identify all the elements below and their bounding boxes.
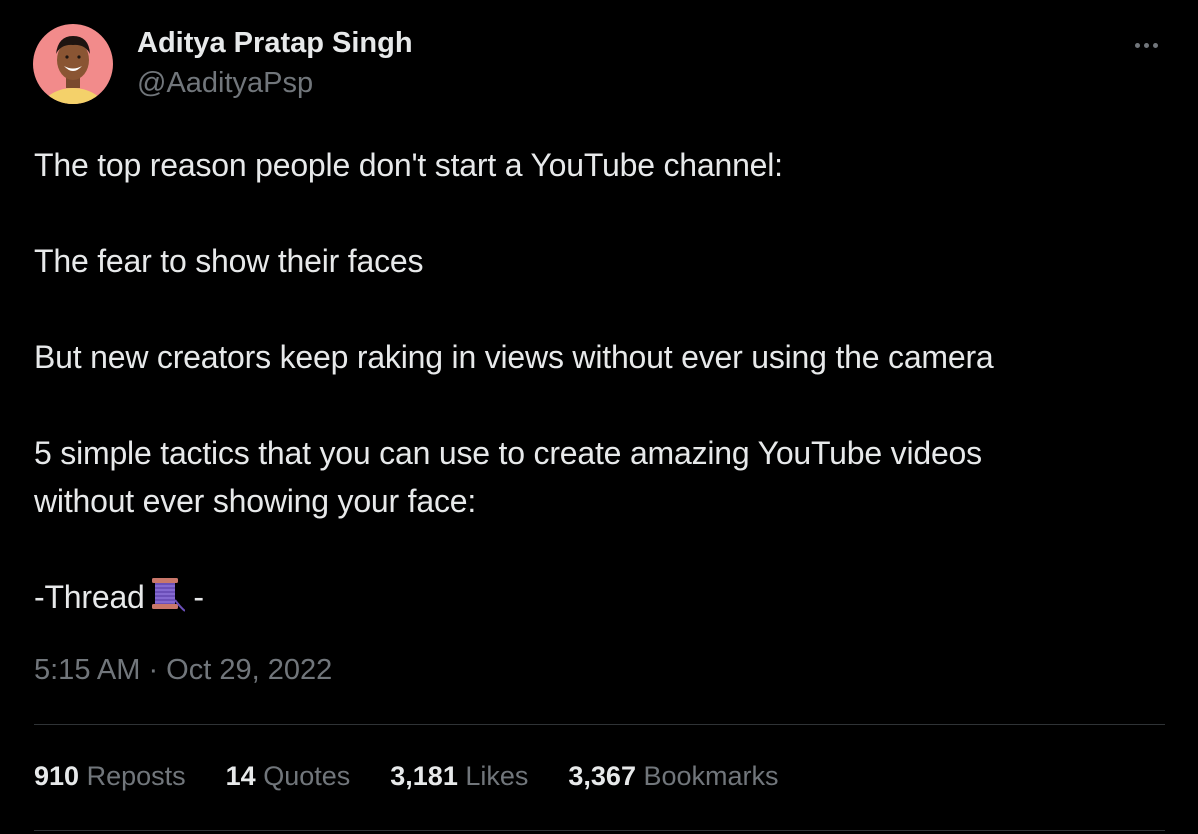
thread-suffix: - bbox=[184, 579, 204, 615]
spool-of-thread-icon bbox=[151, 578, 185, 612]
ellipsis-icon bbox=[1143, 42, 1149, 48]
quotes-stat[interactable]: 14 Quotes bbox=[226, 761, 351, 792]
divider bbox=[34, 830, 1165, 831]
author-display-name[interactable]: Aditya Pratap Singh bbox=[137, 27, 413, 60]
ellipsis-icon bbox=[1152, 42, 1158, 48]
ellipsis-icon bbox=[1134, 42, 1140, 48]
profile-photo-icon bbox=[33, 24, 113, 104]
avatar[interactable] bbox=[33, 24, 113, 104]
tweet-paragraph: The fear to show their faces bbox=[34, 243, 424, 279]
reposts-stat[interactable]: 910 Reposts bbox=[34, 761, 186, 792]
likes-count: 3,181 bbox=[390, 761, 458, 791]
tweet-card: Aditya Pratap Singh @AadityaPsp The top … bbox=[0, 0, 1198, 834]
tweet-paragraph: The top reason people don't start a YouT… bbox=[34, 147, 783, 183]
quotes-count: 14 bbox=[225, 761, 256, 791]
bookmarks-count: 3,367 bbox=[568, 761, 636, 791]
reposts-label: Reposts bbox=[86, 761, 186, 791]
tweet-paragraph: -Thread - bbox=[34, 573, 1164, 621]
engagement-stats: 910 Reposts 14 Quotes 3,181 Likes 3,367 … bbox=[34, 761, 779, 792]
reposts-count: 910 bbox=[34, 761, 80, 791]
tweet-text: The top reason people don't start a YouT… bbox=[34, 141, 1164, 621]
likes-stat[interactable]: 3,181 Likes bbox=[390, 761, 528, 792]
bookmarks-stat[interactable]: 3,367 Bookmarks bbox=[568, 761, 778, 792]
more-options-button[interactable] bbox=[1128, 30, 1164, 60]
tactics-line-1: 5 simple tactics that you can use to cre… bbox=[34, 435, 982, 471]
tweet-timestamp[interactable]: 5:15 AM · Oct 29, 2022 bbox=[34, 654, 332, 687]
quotes-label: Quotes bbox=[263, 761, 351, 791]
tweet-paragraph: 5 simple tactics that you can use to cre… bbox=[34, 429, 1164, 525]
tactics-line-2: without ever showing your face: bbox=[34, 483, 477, 519]
bookmarks-label: Bookmarks bbox=[643, 761, 779, 791]
author-handle[interactable]: @AadityaPsp bbox=[137, 67, 313, 100]
thread-prefix: -Thread bbox=[34, 579, 145, 615]
likes-label: Likes bbox=[465, 761, 529, 791]
divider bbox=[34, 724, 1165, 725]
tweet-paragraph: But new creators keep raking in views wi… bbox=[34, 339, 994, 375]
